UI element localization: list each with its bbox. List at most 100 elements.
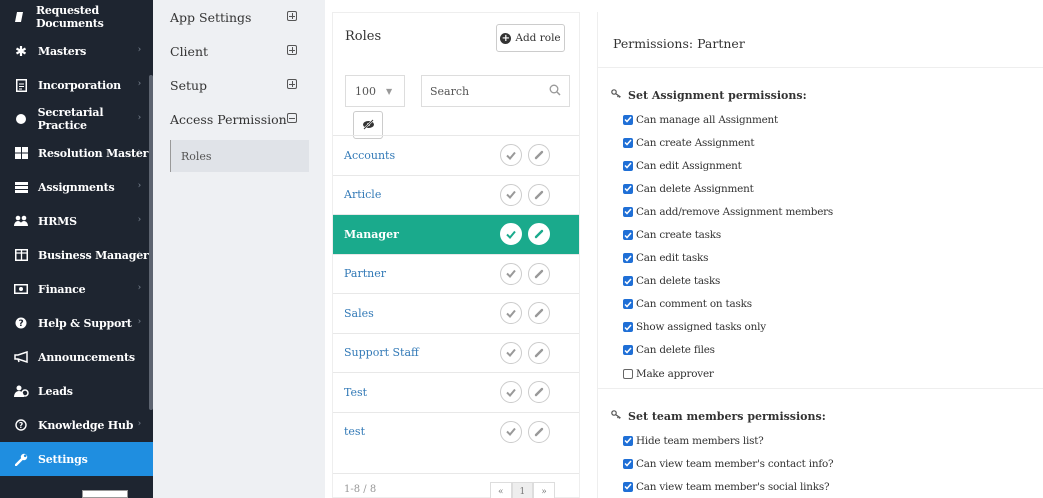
columns-icon bbox=[13, 248, 29, 262]
permission-can-create-assignment[interactable]: Can create Assignment bbox=[611, 131, 1043, 154]
permission-can-delete-assignment[interactable]: Can delete Assignment bbox=[611, 177, 1043, 200]
add-role-button[interactable]: + Add role bbox=[496, 24, 565, 52]
role-row-manager[interactable]: Manager bbox=[333, 214, 579, 254]
pencil-icon[interactable] bbox=[528, 341, 550, 364]
eye-slash-icon bbox=[362, 118, 375, 133]
check-icon[interactable] bbox=[500, 341, 522, 364]
role-row-test-lowercase[interactable]: test bbox=[333, 411, 579, 452]
permission-can-edit-tasks[interactable]: Can edit tasks bbox=[611, 247, 1043, 270]
sidebar-item-leads[interactable]: Leads bbox=[0, 374, 153, 408]
submenu-item-label: App Settings bbox=[170, 9, 252, 25]
permission-can-delete-files[interactable]: Can delete files bbox=[611, 339, 1043, 362]
pencil-icon[interactable] bbox=[528, 381, 550, 403]
permission-can-create-tasks[interactable]: Can create tasks bbox=[611, 223, 1043, 246]
permission-hide-team-members-list[interactable]: Hide team members list? bbox=[611, 429, 1043, 452]
check-icon[interactable] bbox=[500, 420, 522, 443]
permission-can-edit-assignment[interactable]: Can edit Assignment bbox=[611, 154, 1043, 177]
add-role-label: Add role bbox=[515, 32, 561, 44]
check-icon[interactable] bbox=[500, 144, 522, 166]
next-page-button[interactable]: » bbox=[533, 482, 555, 498]
pencil-icon[interactable] bbox=[528, 302, 550, 324]
checkbox-checked[interactable] bbox=[623, 345, 633, 356]
svg-text:?: ? bbox=[18, 319, 23, 329]
prev-page-button[interactable]: « bbox=[490, 482, 512, 498]
checkbox-checked[interactable] bbox=[623, 435, 633, 446]
role-row-support-staff[interactable]: Support Staff bbox=[333, 332, 579, 373]
permission-label: Can manage all Assignment bbox=[636, 113, 779, 126]
grid-icon bbox=[13, 146, 29, 160]
checkbox-checked[interactable] bbox=[623, 230, 633, 241]
role-row-partner[interactable]: Partner bbox=[333, 253, 579, 294]
submenu-item-roles[interactable]: Roles bbox=[170, 140, 309, 172]
check-icon[interactable] bbox=[500, 223, 522, 245]
pencil-icon[interactable] bbox=[528, 262, 550, 285]
sidebar-item-help-support[interactable]: ? Help & Support › bbox=[0, 306, 153, 340]
role-row-article[interactable]: Article bbox=[333, 174, 579, 215]
search-input[interactable]: Search bbox=[421, 75, 570, 107]
submenu-item-app-settings[interactable]: App Settings bbox=[153, 0, 325, 34]
permission-view-social-links[interactable]: Can view team member's social links? bbox=[611, 475, 1043, 498]
section-divider bbox=[598, 388, 1043, 390]
checkbox-checked[interactable] bbox=[623, 183, 633, 194]
permission-show-assigned-tasks-only[interactable]: Show assigned tasks only bbox=[611, 316, 1043, 339]
sidebar-item-business-manager[interactable]: Business Manager › bbox=[0, 238, 153, 272]
check-icon[interactable] bbox=[500, 262, 522, 285]
role-row-sales[interactable]: Sales bbox=[333, 293, 579, 333]
expand-icon[interactable] bbox=[287, 79, 297, 89]
checkbox-checked[interactable] bbox=[623, 160, 633, 171]
checkbox-checked[interactable] bbox=[623, 276, 633, 287]
sidebar-item-finance[interactable]: Finance › bbox=[0, 272, 153, 306]
check-icon[interactable] bbox=[500, 302, 522, 324]
permission-view-contact-info[interactable]: Can view team member's contact info? bbox=[611, 452, 1043, 475]
checkbox-checked[interactable] bbox=[623, 114, 633, 125]
sidebar-item-announcements[interactable]: Announcements bbox=[0, 340, 153, 374]
sidebar-item-settings[interactable]: Settings bbox=[0, 442, 153, 476]
role-row-accounts[interactable]: Accounts bbox=[333, 135, 579, 175]
checkbox-checked[interactable] bbox=[623, 299, 633, 310]
submenu-item-setup[interactable]: Setup bbox=[153, 68, 325, 102]
sidebar-item-knowledge-hub[interactable]: ? Knowledge Hub › bbox=[0, 408, 153, 442]
users-icon bbox=[13, 214, 29, 228]
pencil-icon[interactable] bbox=[528, 223, 550, 245]
check-icon[interactable] bbox=[500, 183, 522, 206]
checkbox-checked[interactable] bbox=[623, 322, 633, 333]
checkbox-unchecked[interactable] bbox=[623, 368, 633, 379]
expand-icon[interactable] bbox=[287, 11, 297, 21]
role-row-test[interactable]: Test bbox=[333, 372, 579, 412]
sidebar-item-requested-documents[interactable]: Requested Documents bbox=[0, 0, 153, 34]
sidebar-item-assignments[interactable]: Assignments › bbox=[0, 170, 153, 204]
sidebar-item-masters[interactable]: Masters › bbox=[0, 34, 153, 68]
sidebar-item-resolution-master[interactable]: Resolution Master › bbox=[0, 136, 153, 170]
checkbox-checked[interactable] bbox=[623, 481, 633, 492]
checkbox-checked[interactable] bbox=[623, 137, 633, 148]
permission-can-comment-on-tasks[interactable]: Can comment on tasks bbox=[611, 293, 1043, 316]
collapse-icon[interactable] bbox=[287, 113, 297, 123]
sidebar-item-label: Secretarial Practice bbox=[37, 106, 104, 132]
pagination-info: 1-8 / 8 bbox=[344, 484, 377, 495]
submenu-item-access-permission[interactable]: Access Permission bbox=[153, 102, 325, 136]
expand-icon[interactable] bbox=[287, 45, 297, 55]
pencil-icon[interactable] bbox=[528, 183, 550, 206]
roles-header: Roles + Add role bbox=[333, 13, 579, 65]
checkbox-checked[interactable] bbox=[623, 206, 633, 217]
sidebar-item-hrms[interactable]: HRMS › bbox=[0, 204, 153, 238]
sidebar-item-label: Knowledge Hub bbox=[38, 418, 134, 432]
pencil-icon[interactable] bbox=[528, 420, 550, 443]
checkbox-checked[interactable] bbox=[623, 458, 633, 469]
permission-make-approver[interactable]: Make approver bbox=[611, 362, 1043, 385]
sidebar-item-incorporation[interactable]: Incorporation › bbox=[0, 68, 153, 102]
permission-can-delete-tasks[interactable]: Can delete tasks bbox=[611, 270, 1043, 293]
submenu-item-label: Access Permission bbox=[170, 111, 287, 127]
pencil-icon[interactable] bbox=[528, 144, 550, 166]
checkbox-checked[interactable] bbox=[623, 253, 633, 264]
sidebar-item-secretarial-practice[interactable]: Secretarial Practice › bbox=[0, 102, 153, 136]
permission-can-add-remove-members[interactable]: Can add/remove Assignment members bbox=[611, 200, 1043, 223]
check-icon[interactable] bbox=[500, 381, 522, 403]
sidebar-item-label: Leads bbox=[38, 384, 73, 398]
submenu-item-client[interactable]: Client bbox=[153, 34, 325, 68]
per-page-select[interactable]: 100 ▼ bbox=[345, 75, 405, 107]
page-1-button[interactable]: 1 bbox=[511, 482, 534, 498]
search-placeholder: Search bbox=[430, 84, 470, 98]
permission-can-manage-all-assignment[interactable]: Can manage all Assignment bbox=[611, 108, 1043, 131]
section-heading: Set team members permissions: bbox=[611, 406, 1043, 426]
